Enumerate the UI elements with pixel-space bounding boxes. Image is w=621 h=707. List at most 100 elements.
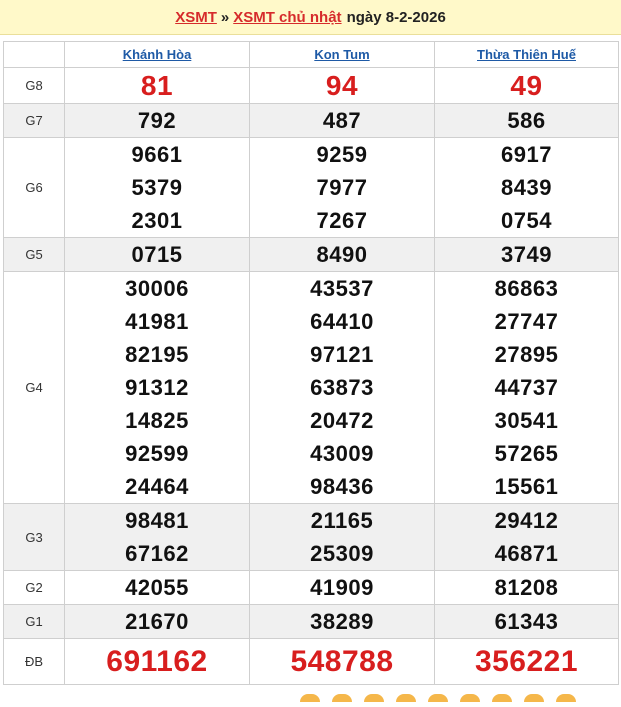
prize-number: 41981 <box>125 309 189 334</box>
prize-number: 92599 <box>125 441 189 466</box>
decorative-dots <box>300 689 620 702</box>
prize-number: 548788 <box>290 645 394 678</box>
prize-label: G4 <box>3 271 65 504</box>
province-link-thua-thien-hue[interactable]: Thừa Thiên Huế <box>477 47 576 62</box>
prize-number: 97121 <box>310 342 374 367</box>
draw-date: ngày 8-2-2026 <box>346 8 446 26</box>
xsmt-link[interactable]: XSMT <box>175 9 217 26</box>
prize-label: G5 <box>3 237 65 272</box>
prize-number: 64410 <box>310 309 374 334</box>
prize-number: 30006 <box>125 276 189 301</box>
prize-cell: 43537 64410 97121 63873 20472 43009 98436 <box>249 271 435 504</box>
prize-row: G2 42055 41909 81208 <box>3 570 619 605</box>
dot <box>300 694 320 702</box>
prize-cell: 0715 <box>64 237 250 272</box>
dot <box>492 694 512 702</box>
prize-number: 57265 <box>494 441 559 466</box>
prize-cell: 29412 46871 <box>434 503 619 571</box>
prize-number: 691162 <box>106 645 208 678</box>
prize-number: 9661 <box>131 142 183 167</box>
prize-cell: 356221 <box>434 638 619 685</box>
prize-number: 5379 <box>131 175 183 200</box>
prize-cell: 8490 <box>249 237 435 272</box>
prize-number: 61343 <box>494 609 559 634</box>
prize-label: G3 <box>3 503 65 571</box>
prize-row: G6 9661 5379 2301 9259 7977 7267 6917 8439 0754 <box>3 137 619 238</box>
prize-label: ĐB <box>3 638 65 685</box>
prize-number: 27895 <box>494 342 559 367</box>
prize-cell: 21670 <box>64 604 250 639</box>
prize-row: G7 792 487 586 <box>3 103 619 138</box>
dot <box>524 694 544 702</box>
prize-number: 14825 <box>125 408 189 433</box>
prize-cell: 81 <box>64 67 250 104</box>
breadcrumb-separator: » <box>220 8 230 26</box>
prize-number: 43009 <box>310 441 374 466</box>
prize-cell: 548788 <box>249 638 435 685</box>
prize-number: 98481 <box>125 508 189 533</box>
province-header: Thừa Thiên Huế <box>434 41 619 68</box>
prize-number: 792 <box>137 108 177 133</box>
prize-cell: 691162 <box>64 638 250 685</box>
prize-number: 63873 <box>310 375 374 400</box>
prize-number: 3749 <box>501 242 552 267</box>
prize-number: 586 <box>507 108 546 133</box>
prize-cell: 61343 <box>434 604 619 639</box>
xsmt-sunday-link[interactable]: XSMT chủ nhật <box>233 9 341 26</box>
prize-cell: 98481 67162 <box>64 503 250 571</box>
dot <box>460 694 480 702</box>
prize-cell: 38289 <box>249 604 435 639</box>
prize-number: 46871 <box>494 541 559 566</box>
prize-number: 44737 <box>494 375 559 400</box>
prize-number: 21165 <box>310 508 374 533</box>
prize-cell: 9661 5379 2301 <box>64 137 250 238</box>
prize-number: 15561 <box>494 474 559 499</box>
prize-label: G6 <box>3 137 65 238</box>
prize-label: G7 <box>3 103 65 138</box>
prize-cell: 81208 <box>434 570 619 605</box>
prize-row: G1 21670 38289 61343 <box>3 604 619 639</box>
province-header: Kon Tum <box>249 41 435 68</box>
prize-cell: 792 <box>64 103 250 138</box>
prize-cell: 3749 <box>434 237 619 272</box>
prize-number: 2301 <box>131 208 183 233</box>
prize-number: 8439 <box>501 175 552 200</box>
dot <box>364 694 384 702</box>
dot <box>396 694 416 702</box>
prize-number: 30541 <box>494 408 559 433</box>
prize-number: 38289 <box>310 609 374 634</box>
prize-number: 487 <box>322 108 362 133</box>
province-link-khanh-hoa[interactable]: Khánh Hòa <box>123 47 192 62</box>
prize-cell: 94 <box>249 67 435 104</box>
prize-cell: 6917 8439 0754 <box>434 137 619 238</box>
prize-number: 25309 <box>310 541 374 566</box>
prize-number: 41909 <box>310 575 374 600</box>
prize-row: G3 98481 67162 21165 25309 29412 46871 <box>3 503 619 571</box>
dot <box>556 694 576 702</box>
province-link-kon-tum[interactable]: Kon Tum <box>314 47 369 62</box>
prize-number: 98436 <box>310 474 374 499</box>
prize-cell: 21165 25309 <box>249 503 435 571</box>
prize-number: 7267 <box>316 208 368 233</box>
prize-number: 27747 <box>494 309 559 334</box>
prize-cell: 487 <box>249 103 435 138</box>
prize-number: 29412 <box>494 508 559 533</box>
page-title-bar: XSMT » XSMT chủ nhật ngày 8-2-2026 <box>0 0 621 35</box>
prize-number: 82195 <box>125 342 189 367</box>
prize-number: 8490 <box>316 242 368 267</box>
prize-cell: 86863 27747 27895 44737 30541 57265 15561 <box>434 271 619 504</box>
dot <box>332 694 352 702</box>
prize-cell: 49 <box>434 67 619 104</box>
prize-label: G2 <box>3 570 65 605</box>
prize-row: G5 0715 8490 3749 <box>3 237 619 272</box>
prize-row: ĐB 691162 548788 356221 <box>3 638 619 685</box>
corner-cell <box>3 41 65 68</box>
dot <box>428 694 448 702</box>
prize-label: G1 <box>3 604 65 639</box>
prize-cell: 30006 41981 82195 91312 14825 92599 24464 <box>64 271 250 504</box>
prize-number: 43537 <box>310 276 374 301</box>
province-header: Khánh Hòa <box>64 41 250 68</box>
prize-number: 21670 <box>125 609 189 634</box>
prize-row: G8 81 94 49 <box>3 67 619 104</box>
prize-number: 0715 <box>131 242 183 267</box>
